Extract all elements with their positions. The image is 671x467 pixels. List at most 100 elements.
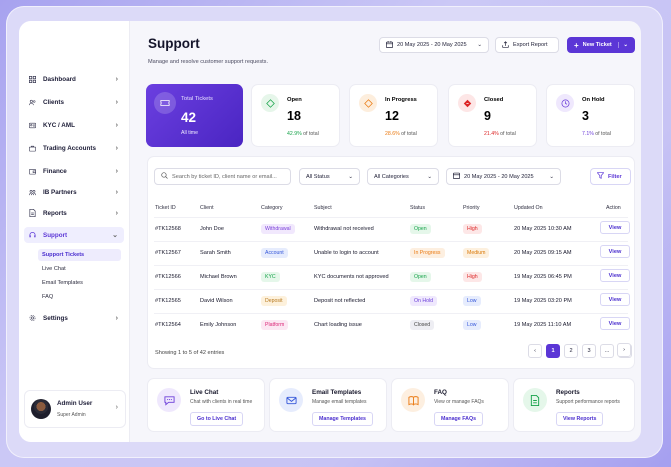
col-header-subject: Subject — [314, 205, 332, 211]
manage-faqs-button[interactable]: Manage FAQs — [434, 412, 484, 426]
category-badge: KYC — [261, 272, 280, 282]
priority-badge: High — [463, 224, 482, 234]
col-header-category: Category — [261, 205, 283, 211]
stat-suffix: of total — [303, 131, 319, 137]
stat-footnote: 7.1% of total — [582, 131, 611, 137]
chevron-right-icon: › — [115, 98, 118, 106]
pagination-page-2[interactable]: 2 — [564, 344, 578, 358]
sidebar-item-label: Support — [43, 231, 68, 239]
briefcase-icon — [29, 145, 36, 152]
pagination-page-1[interactable]: 1 — [546, 344, 560, 358]
go-to-live-chat-button[interactable]: Go to Live Chat — [190, 412, 244, 426]
users-icon — [29, 99, 36, 106]
quick-link-title: FAQ — [434, 389, 447, 396]
sidebar-item-ib-partners[interactable]: IB Partners › — [24, 184, 124, 200]
quick-link-desc: Manage email templates — [312, 399, 367, 405]
view-reports-button[interactable]: View Reports — [556, 412, 604, 426]
stat-suffix: of total — [595, 131, 611, 137]
sidebar-item-label: Clients — [43, 98, 64, 106]
ticket-id[interactable]: #TK12566 — [155, 274, 181, 280]
status-badge: On Hold — [410, 296, 438, 306]
sidebar-item-reports[interactable]: Reports › — [24, 205, 124, 221]
sidebar-item-kyc-aml[interactable]: KYC / AML › — [24, 117, 124, 133]
chevron-down-icon: ⌄ — [112, 232, 118, 239]
chevron-right-icon: › — [115, 144, 118, 152]
open-ticket-icon — [261, 94, 279, 112]
col-header-updated-on: Updated On — [514, 205, 543, 211]
user-profile-card[interactable]: Admin User Super Admin › — [24, 390, 126, 428]
priority-badge: Medium — [463, 248, 490, 258]
sidebar-item-settings[interactable]: Settings › — [24, 310, 124, 326]
sidebar-item-support[interactable]: Support ⌄ — [24, 227, 124, 243]
sidebar-subitem-email-templates[interactable]: Email Templates — [38, 277, 121, 289]
search-icon — [161, 172, 168, 181]
quick-link-title: Live Chat — [190, 389, 219, 396]
stat-footnote: 42.9% of total — [287, 131, 319, 137]
ticket-subject: Unable to login to account — [314, 250, 379, 256]
stat-label: Open — [287, 97, 302, 103]
view-button[interactable]: View — [600, 221, 630, 234]
stat-footnote: All time — [181, 130, 199, 136]
category-select[interactable]: All Categories ⌄ — [367, 168, 439, 185]
sidebar-item-clients[interactable]: Clients › — [24, 94, 124, 110]
new-ticket-button[interactable]: + New Ticket ⌄ — [567, 37, 635, 53]
view-button[interactable]: View — [600, 317, 630, 330]
page-title: Support — [148, 36, 200, 51]
sidebar-subitem-live-chat[interactable]: Live Chat — [38, 263, 121, 275]
sidebar-item-label: Reports — [43, 209, 67, 217]
updated-on: 20 May 2025 09:15 AM — [514, 250, 572, 256]
sidebar: Dashboard › Clients › KYC / AML › Tradin… — [19, 21, 130, 442]
sidebar-item-label: KYC / AML — [43, 121, 75, 129]
sidebar-item-finance[interactable]: Finance › — [24, 163, 124, 179]
chevron-down-icon: ⌄ — [427, 173, 432, 180]
table-date-range-label: 20 May 2025 - 20 May 2025 — [464, 173, 534, 180]
search-input[interactable]: Search by ticket ID, client name or emai… — [154, 168, 291, 185]
partners-icon — [29, 189, 36, 196]
sidebar-item-trading-accounts[interactable]: Trading Accounts › — [24, 140, 124, 156]
updated-on: 19 May 2025 06:45 PM — [514, 274, 572, 280]
chevron-right-icon: › — [623, 347, 625, 353]
document-icon — [523, 388, 547, 412]
pagination-prev-button[interactable]: ‹ — [528, 344, 542, 358]
quick-link-desc: Support performance reports — [556, 399, 620, 405]
category-select-value: All Categories — [374, 173, 409, 180]
ticket-id[interactable]: #TK12564 — [155, 322, 181, 328]
in-progress-icon — [359, 94, 377, 112]
sidebar-item-dashboard[interactable]: Dashboard › — [24, 71, 124, 87]
sidebar-item-label: IB Partners — [43, 188, 77, 196]
sidebar-subitem-support-tickets[interactable]: Support Tickets — [38, 249, 121, 261]
wallet-icon — [29, 168, 36, 175]
stat-card-total-tickets: Total Tickets 42 All time — [146, 84, 243, 147]
avatar — [31, 399, 51, 419]
pagination-next-button[interactable]: › — [617, 343, 631, 357]
view-button[interactable]: View — [600, 293, 630, 306]
sidebar-item-label: Dashboard — [43, 75, 76, 83]
pagination-page-3[interactable]: 3 — [582, 344, 596, 358]
status-select[interactable]: All Status ⌄ — [299, 168, 360, 185]
view-button[interactable]: View — [600, 269, 630, 282]
page-subtitle: Manage and resolve customer support requ… — [148, 59, 269, 65]
table-date-range-picker[interactable]: 20 May 2025 - 20 May 2025 ⌄ — [446, 168, 561, 185]
app-window: Dashboard › Clients › KYC / AML › Tradin… — [19, 21, 641, 442]
chevron-right-icon: › — [115, 75, 118, 83]
stat-percent: 42.9% — [287, 131, 302, 137]
export-report-button[interactable]: Export Report — [495, 37, 559, 53]
ticket-id[interactable]: #TK12565 — [155, 298, 181, 304]
chevron-right-icon: › — [115, 209, 118, 217]
filter-button[interactable]: Filter — [590, 168, 631, 185]
sidebar-subitem-faq[interactable]: FAQ — [38, 291, 121, 303]
manage-templates-button[interactable]: Manage Templates — [312, 412, 373, 426]
gear-icon — [29, 315, 36, 322]
pagination-ellipsis: ... — [600, 344, 614, 358]
chevron-right-icon: › — [115, 188, 118, 196]
ticket-icon — [154, 92, 176, 114]
date-range-picker[interactable]: 20 May 2025 - 20 May 2025 ⌄ — [379, 37, 489, 53]
ticket-id[interactable]: #TK12567 — [155, 250, 181, 256]
sidebar-item-label: Settings — [43, 314, 68, 322]
category-badge: Account — [261, 248, 288, 258]
quick-link-desc: View or manage FAQs — [434, 399, 484, 405]
view-button[interactable]: View — [600, 245, 630, 258]
chevron-down-icon: ⌄ — [618, 42, 628, 48]
ticket-id[interactable]: #TK12568 — [155, 226, 181, 232]
stat-value: 12 — [385, 109, 399, 123]
